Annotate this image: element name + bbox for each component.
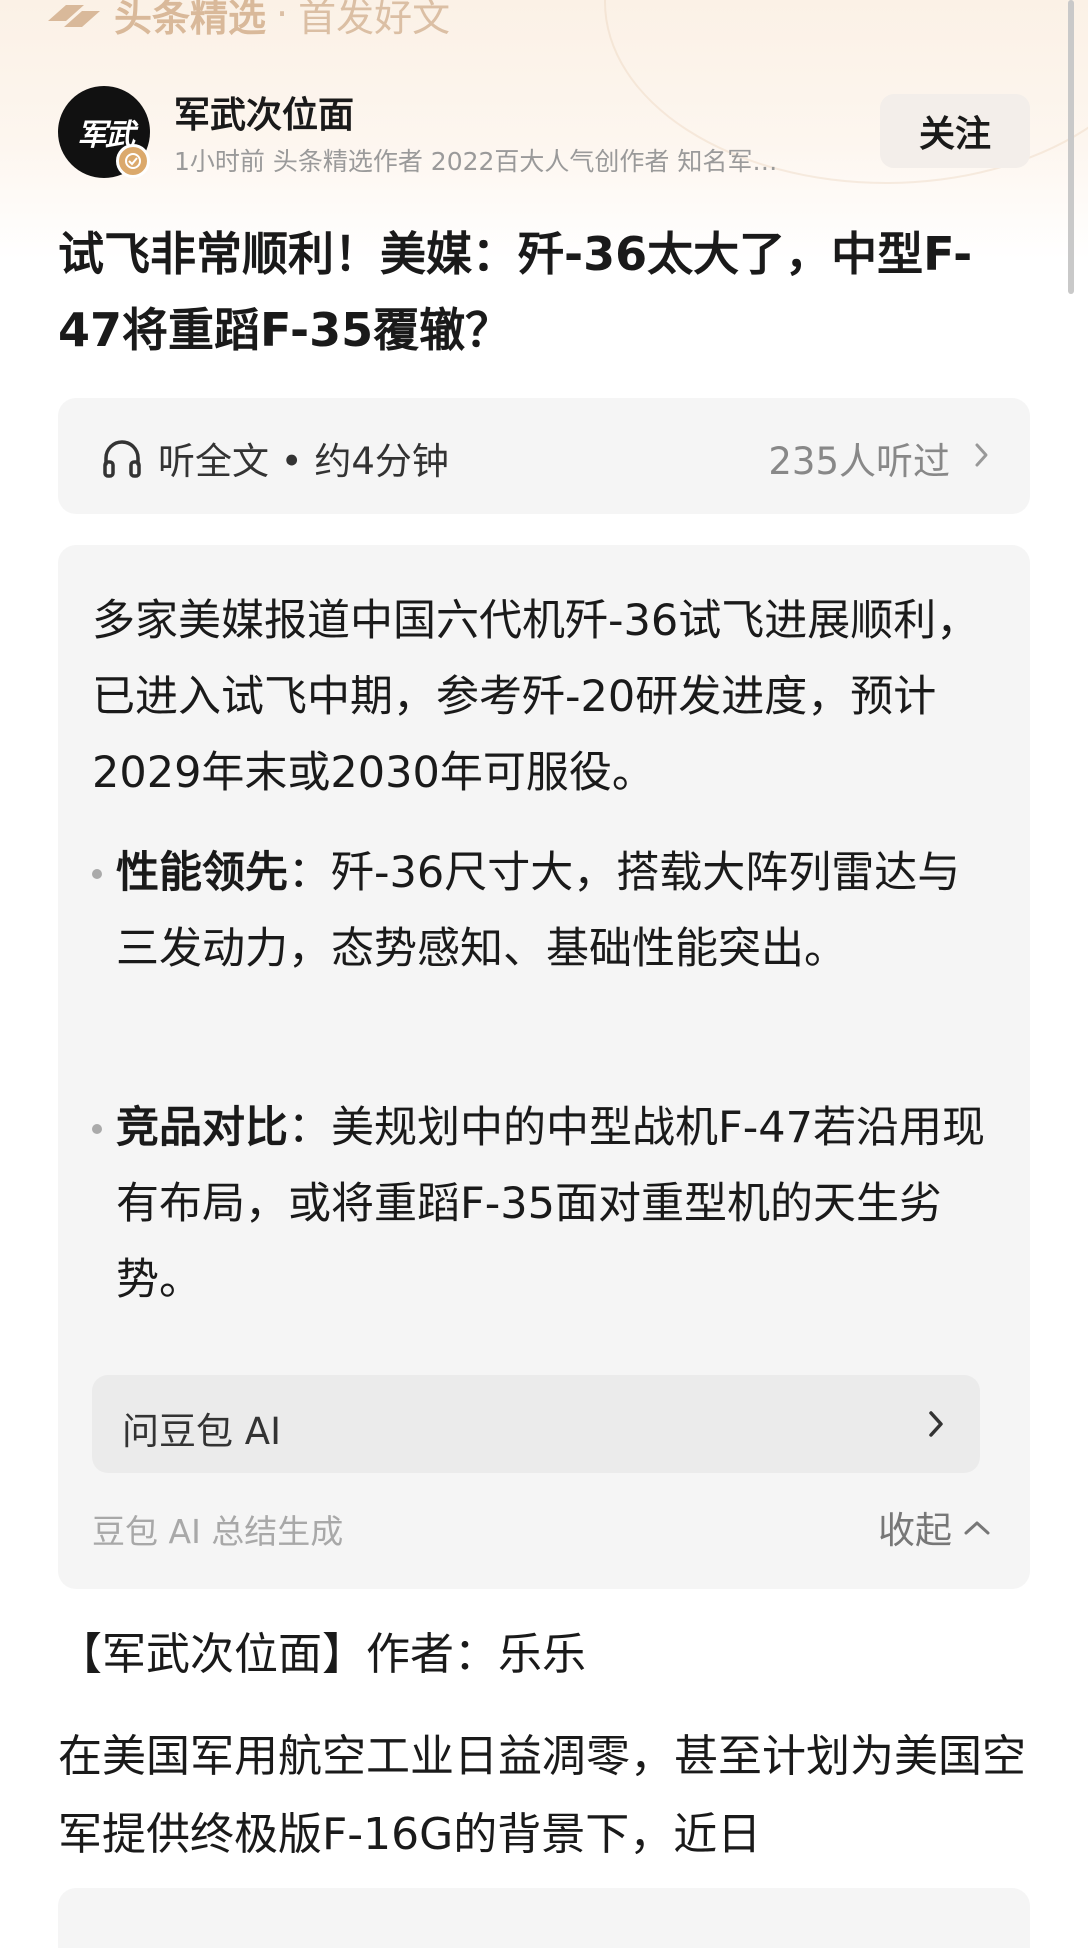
ask-ai-label: 问豆包 AI	[122, 1410, 281, 1453]
collapse-button[interactable]: 收起	[878, 1500, 992, 1554]
collapse-label: 收起	[878, 1509, 952, 1552]
listen-full-text-bar[interactable]: 听全文 • 约4分钟 235人听过	[58, 398, 1030, 514]
next-content-card	[58, 1888, 1030, 1948]
author-row: 军武 军武次位面 1小时前 头条精选作者 2022百大人气创作者 知名军… 关注	[58, 86, 1030, 180]
chevron-right-icon	[972, 440, 992, 474]
point-title: 性能领先	[116, 848, 288, 898]
brand-separator: ·	[276, 0, 289, 36]
ai-source-label: 豆包 AI 总结生成	[92, 1512, 344, 1551]
bullet-icon	[92, 1124, 102, 1134]
article-byline: 【军武次位面】作者：乐乐	[58, 1629, 586, 1680]
chevron-right-icon	[926, 1407, 946, 1445]
follow-button[interactable]: 关注	[880, 94, 1030, 168]
bullet-icon	[92, 869, 102, 879]
brand-header: 头条精选 · 首发好文	[44, 0, 450, 40]
ai-summary-point: 竞品对比：美规划中的中型战机F-47若沿用现有布局，或将重蹈F-35面对重型机的…	[92, 1090, 992, 1318]
listen-count: 235人听过	[768, 440, 950, 483]
listen-label: 听全文 • 约4分钟	[158, 440, 449, 483]
chevron-up-icon	[964, 1521, 990, 1535]
avatar[interactable]: 军武	[58, 86, 150, 178]
brand-name: 头条精选	[114, 0, 267, 40]
scrollbar[interactable]	[1068, 0, 1074, 294]
brand-subtitle: 首发好文	[298, 0, 451, 40]
point-title: 竞品对比	[116, 1103, 288, 1153]
ai-summary-point: 性能领先：歼-36尺寸大，搭载大阵列雷达与三发动力，态势感知、基础性能突出。	[92, 835, 992, 987]
verified-badge-icon	[116, 144, 150, 178]
toutiao-logo-icon	[44, 0, 104, 29]
ask-doubao-ai-button[interactable]: 问豆包 AI	[92, 1375, 980, 1473]
author-meta: 1小时前 头条精选作者 2022百大人气创作者 知名军…	[174, 147, 778, 176]
article-paragraph: 在美国军用航空工业日益凋零，甚至计划为美国空军提供终极版F-16G的背景下，近日	[58, 1731, 1026, 1860]
author-name[interactable]: 军武次位面	[174, 86, 354, 138]
article-title: 试飞非常顺利！美媒：歼-36太大了，中型F-47将重蹈F-35覆辙？	[58, 227, 973, 357]
headphone-icon	[100, 436, 144, 484]
ai-summary-card: 多家美媒报道中国六代机歼-36试飞进展顺利，已进入试飞中期，参考歼-20研发进度…	[58, 545, 1030, 1589]
ai-summary-text: 多家美媒报道中国六代机歼-36试飞进展顺利，已进入试飞中期，参考歼-20研发进度…	[92, 596, 980, 798]
